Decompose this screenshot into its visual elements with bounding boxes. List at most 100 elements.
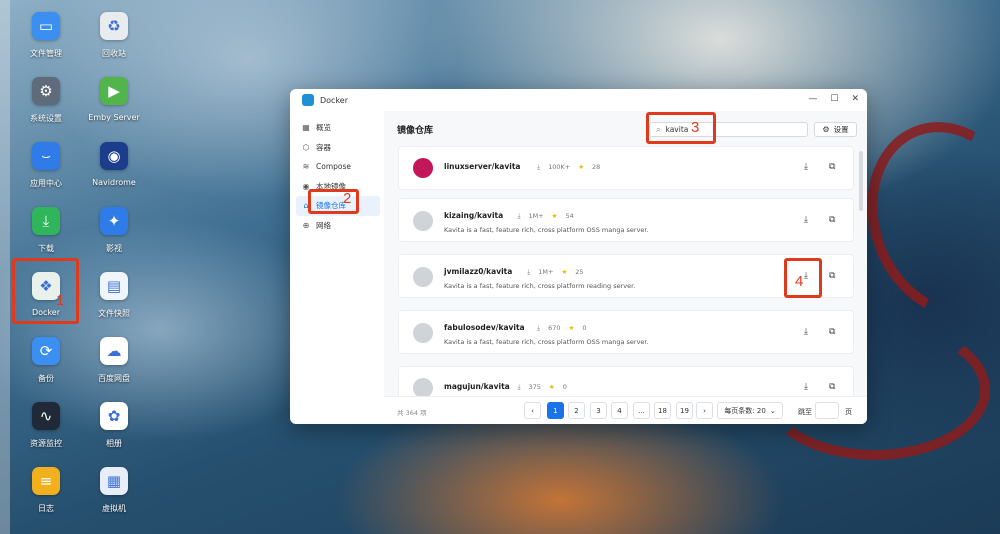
- annotation-number-2: 2: [343, 190, 352, 207]
- download-count-icon: ⤓: [517, 383, 521, 391]
- image-name[interactable]: linuxserver/kavita: [444, 162, 520, 171]
- desktop-icon-label: 文件快照: [98, 309, 130, 318]
- sidebar-item-cube[interactable]: ⬡ 容器: [296, 138, 380, 158]
- window-title: Docker: [320, 95, 349, 105]
- desktop-icon-store[interactable]: ⌣ 应用中心: [8, 142, 84, 189]
- image-logo-icon: [413, 211, 433, 231]
- open-external-icon[interactable]: ⧉: [829, 271, 835, 281]
- desktop-icon-log-list[interactable]: ≡ 日志: [8, 467, 84, 514]
- image-description: Kavita is a fast, feature rich, cross pl…: [444, 226, 649, 234]
- star-icon: ★: [578, 163, 585, 171]
- page-button-1[interactable]: 1: [547, 402, 564, 419]
- image-name[interactable]: jvmilazz0/kavita: [444, 267, 512, 276]
- desktop-icon-photos-flower[interactable]: ✿ 相册: [76, 402, 152, 449]
- image-logo-icon: [413, 378, 433, 398]
- per-page-select[interactable]: 每页条数: 20 ⌄: [717, 402, 783, 419]
- download-count: 375: [528, 383, 541, 391]
- sidebar-item-grid[interactable]: ▦ 概览: [296, 118, 380, 138]
- maximize-icon[interactable]: ☐: [830, 94, 838, 104]
- per-page-value: 每页条数: 20: [724, 406, 766, 415]
- page-button-2[interactable]: 2: [568, 402, 585, 419]
- desktop-icon-folder[interactable]: ▭ 文件管理: [8, 12, 84, 59]
- star-count: 0: [562, 383, 567, 391]
- desktop-icon-label: Navidrome: [92, 178, 136, 187]
- desktop-icon-file-snapshot[interactable]: ▤ 文件快照: [76, 272, 152, 319]
- image-name[interactable]: fabulosodev/kavita: [444, 323, 525, 332]
- image-result-card[interactable]: linuxserver/kavita ⤓ 100K+ ★ 28 ⤓ ⧉: [398, 146, 854, 190]
- desktop-icon-film[interactable]: ✦ 影视: [76, 207, 152, 254]
- image-result-card[interactable]: fabulosodev/kavita ⤓ 670 ★ 0 Kavita is a fast…: [398, 310, 854, 354]
- pagination-ellipsis[interactable]: ...: [633, 402, 650, 419]
- desktop-icon-label: 百度网盘: [98, 374, 130, 383]
- window-titlebar[interactable]: Docker — ☐ ✕: [290, 89, 867, 111]
- download-count-icon: ⤓: [527, 268, 531, 276]
- emby-play-icon: ▶: [100, 77, 128, 105]
- star-icon: ★: [548, 383, 555, 391]
- desktop-icon-monitor-chart[interactable]: ∿ 资源监控: [8, 402, 84, 449]
- photos-flower-icon: ✿: [100, 402, 128, 430]
- page-button-19[interactable]: 19: [676, 402, 693, 419]
- desktop-icon-label: Emby Server: [88, 113, 140, 122]
- next-page-button[interactable]: ›: [696, 402, 713, 419]
- download-count-icon: ⤓: [537, 163, 541, 171]
- globe-icon: ⊕: [302, 220, 310, 230]
- star-icon: ★: [568, 324, 575, 332]
- desktop-icon-emby-play[interactable]: ▶ Emby Server: [76, 77, 152, 122]
- desktop-icon-label: 影视: [106, 244, 122, 253]
- image-name[interactable]: kizaing/kavita: [444, 211, 503, 220]
- open-external-icon[interactable]: ⧉: [829, 382, 835, 392]
- jump-page-input[interactable]: [815, 402, 839, 419]
- image-result-card[interactable]: kizaing/kavita ⤓ 1M+ ★ 54 Kavita is a fast, f…: [398, 198, 854, 242]
- desktop-icon-label: 相册: [106, 439, 122, 448]
- desktop-icon-virtual-machine[interactable]: ▦ 虚拟机: [76, 467, 152, 514]
- download-count: 670: [548, 324, 561, 332]
- folder-icon: ▭: [32, 12, 60, 40]
- download-icon[interactable]: ⤓: [804, 327, 808, 337]
- page-button-4[interactable]: 4: [611, 402, 628, 419]
- sidebar-item-label: 网络: [316, 220, 331, 230]
- image-description: Kavita is a fast, feature rich, cross pl…: [444, 282, 636, 290]
- star-count: 25: [575, 268, 584, 276]
- image-name[interactable]: magujun/kavita: [444, 382, 510, 391]
- prev-page-button[interactable]: ‹: [524, 402, 541, 419]
- open-external-icon[interactable]: ⧉: [829, 327, 835, 337]
- desktop-icon-label: 资源监控: [30, 439, 62, 448]
- gear-icon: ⚙: [32, 77, 60, 105]
- download-icon[interactable]: ⤓: [804, 382, 808, 392]
- desktop-icon-download-arrow[interactable]: ⤓ 下载: [8, 207, 84, 254]
- image-logo-icon: [413, 158, 433, 178]
- settings-button[interactable]: ⚙ 设置: [814, 122, 857, 137]
- sidebar-item-compose[interactable]: ≋ Compose: [296, 157, 380, 177]
- minimize-icon[interactable]: —: [808, 94, 817, 104]
- scrollbar[interactable]: [859, 151, 863, 211]
- sidebar-item-label: 概览: [316, 123, 331, 133]
- image-description: Kavita is a fast, feature rich, cross pl…: [444, 338, 649, 346]
- navidrome-disc-icon: ◉: [100, 142, 128, 170]
- open-external-icon[interactable]: ⧉: [829, 215, 835, 225]
- desktop-icon-gear[interactable]: ⚙ 系统设置: [8, 77, 84, 124]
- download-count: 1M+: [538, 268, 554, 276]
- download-icon[interactable]: ⤓: [804, 162, 808, 172]
- desktop-icon-baidu-cloud[interactable]: ☁ 百度网盘: [76, 337, 152, 384]
- backup-sync-icon: ⟳: [32, 337, 60, 365]
- page-button-18[interactable]: 18: [654, 402, 671, 419]
- recycle-bin-icon: ♻: [100, 12, 128, 40]
- desktop-icon-backup-sync[interactable]: ⟳ 备份: [8, 337, 84, 384]
- open-external-icon[interactable]: ⧉: [829, 162, 835, 172]
- docker-window: Docker — ☐ ✕ ▦ 概览 ⬡ 容器 ≋ Compose ◉ 本地镜像 ⌂ 镜像仓库 ⊕ 网络…: [290, 89, 867, 424]
- store-icon: ⌣: [32, 142, 60, 170]
- desktop-icon-label: 日志: [38, 504, 54, 513]
- virtual-machine-icon: ▦: [100, 467, 128, 495]
- film-icon: ✦: [100, 207, 128, 235]
- page-button-3[interactable]: 3: [590, 402, 607, 419]
- log-list-icon: ≡: [32, 467, 60, 495]
- file-snapshot-icon: ▤: [100, 272, 128, 300]
- download-icon[interactable]: ⤓: [804, 215, 808, 225]
- desktop-icon-recycle-bin[interactable]: ♻ 回收站: [76, 12, 152, 59]
- close-icon[interactable]: ✕: [851, 94, 859, 104]
- desktop-icon-label: 应用中心: [30, 179, 62, 188]
- desktop-icon-label: 文件管理: [30, 49, 62, 58]
- star-icon: ★: [551, 212, 558, 220]
- sidebar-item-globe[interactable]: ⊕ 网络: [296, 216, 380, 236]
- desktop-icon-navidrome-disc[interactable]: ◉ Navidrome: [76, 142, 152, 187]
